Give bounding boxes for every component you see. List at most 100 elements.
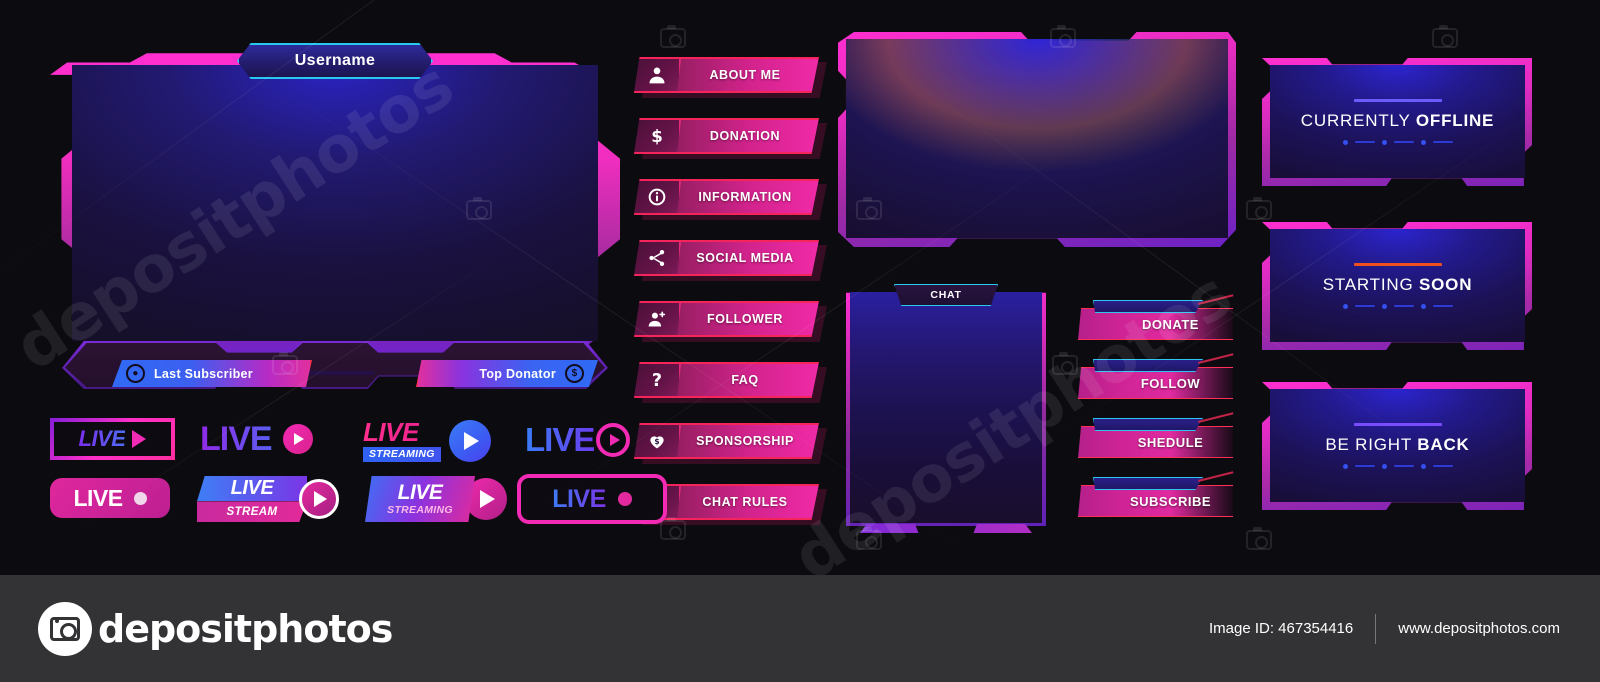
dash [1354, 141, 1375, 143]
last-subscriber-pill[interactable]: ● Last Subscriber [112, 360, 312, 387]
live-badge-text-stack: LIVE STREAMING [363, 419, 441, 462]
status-title: STARTING SOON [1323, 275, 1473, 295]
status-accent-rule [1353, 98, 1442, 102]
play-circle-icon [448, 420, 491, 462]
live-badge-streaming-blue-play[interactable]: LIVE STREAMING [363, 416, 518, 466]
button-body: INFORMATION [634, 179, 819, 215]
status-accent-rule [1353, 262, 1442, 266]
dot [1420, 463, 1426, 469]
camera-logo-icon [38, 601, 92, 656]
action-button-follow[interactable]: FOLLOW [1078, 353, 1234, 399]
live-badge-ring-play[interactable]: LIVE [525, 416, 670, 464]
menu-item-label: INFORMATION [698, 190, 792, 204]
status-title-bold: OFFLINE [1415, 110, 1495, 130]
dot [1381, 303, 1387, 309]
menu-item-label: FOLLOWER [707, 312, 783, 326]
stream-screen-display [846, 39, 1228, 238]
action-button-subscribe[interactable]: SUBSCRIBE [1078, 471, 1234, 517]
live-badge-subtext: STREAM [226, 505, 278, 518]
status-title-light: CURRENTLY [1300, 110, 1411, 130]
menu-item-donation[interactable]: $ DONATION [634, 118, 827, 159]
live-badge-text: LIVE [552, 484, 606, 513]
svg-text:$: $ [651, 127, 663, 146]
button-accent-bar [1093, 477, 1203, 490]
depositphotos-logo: depositphotos [38, 601, 393, 656]
menu-item-label: ABOUT ME [709, 68, 781, 82]
dot [1342, 139, 1348, 145]
menu-item-label: SOCIAL MEDIA [696, 251, 794, 265]
record-dot-icon [617, 492, 632, 506]
overlay-pack-canvas: depositphotos depositphotos Username ● L… [0, 0, 1600, 575]
person-icon [634, 59, 681, 91]
menu-item-information[interactable]: INFORMATION [634, 179, 827, 220]
live-badge-streaming-play[interactable]: LIVE STREAMING [365, 476, 517, 522]
live-badge-stream-ring-play[interactable]: LIVE STREAM [197, 476, 352, 522]
button-accent-tail [1198, 471, 1234, 482]
stream-screen-overlay [838, 32, 1236, 247]
menu-item-faq[interactable]: ? FAQ [634, 362, 827, 403]
menu-item-about-me[interactable]: ABOUT ME [634, 57, 827, 98]
menu-item-social-media[interactable]: SOCIAL MEDIA [634, 240, 827, 281]
dash [1354, 465, 1375, 467]
action-button-schedule[interactable]: SHEDULE [1078, 412, 1234, 458]
status-screen-display: BE RIGHT BACK [1270, 389, 1525, 502]
menu-item-label: SPONSORSHIP [696, 434, 794, 448]
watermark-camera-icon [660, 25, 686, 48]
status-dots [1342, 139, 1453, 145]
status-title-light: STARTING [1322, 274, 1414, 294]
top-donator-pill[interactable]: Top Donator $ [416, 360, 598, 387]
dash [1354, 305, 1375, 307]
brand-name: depositphotos [98, 606, 393, 651]
dollar-icon: $ [565, 364, 584, 383]
image-id-label: Image ID: 467354416 [1208, 620, 1354, 637]
status-title-light: BE RIGHT [1325, 434, 1412, 454]
dot [1342, 463, 1348, 469]
status-screen-display: STARTING SOON [1270, 229, 1525, 342]
status-title-bold: BACK [1417, 434, 1470, 454]
status-screen-display: CURRENTLY OFFLINE [1270, 65, 1525, 178]
status-dots [1342, 463, 1453, 469]
dash [1432, 465, 1453, 467]
status-title: CURRENTLY OFFLINE [1301, 111, 1494, 131]
action-button-label: FOLLOW [1140, 375, 1201, 391]
watermark-camera-icon [1246, 197, 1272, 220]
button-accent-bar [1093, 418, 1203, 431]
button-accent-bar [1093, 359, 1203, 372]
status-title-bold: SOON [1419, 274, 1473, 294]
live-badge-collection: LIVE LIVE LIVE STREAMING LIVE LIVE LIVE … [45, 410, 667, 535]
status-accent-rule [1353, 422, 1442, 426]
dash [1393, 141, 1414, 143]
live-badge-subtext: STREAMING [363, 446, 441, 462]
live-badge-outline-dot[interactable]: LIVE [517, 474, 667, 524]
action-button-donate[interactable]: DONATE [1078, 294, 1234, 340]
live-badge-text: LIVE [200, 419, 273, 458]
live-badge-text: LIVE [73, 484, 123, 511]
play-circle-icon [282, 424, 313, 454]
live-badge-text: LIVE [525, 421, 595, 458]
live-badge-bottom-panel: STREAM [197, 501, 307, 522]
button-accent-tail [1198, 294, 1234, 305]
live-badge-circle-play[interactable]: LIVE [200, 415, 360, 463]
footer-meta: Image ID: 467354416 www.depositphotos.co… [1208, 613, 1560, 644]
menu-item-follower[interactable]: FOLLOWER [634, 301, 827, 342]
live-badge-outline-triangle[interactable]: LIVE [50, 418, 175, 460]
live-badge-subtext: STREAMING [387, 504, 453, 516]
action-button-column: DONATE FOLLOW SHEDULE SUBSCRIBE [1078, 294, 1234, 536]
question-mark-icon: ? [634, 364, 681, 396]
live-badge-text: LIVE [78, 426, 126, 451]
menu-button-column: ABOUT ME $ DONATION INFORMATION SOCIAL M… [634, 57, 827, 545]
button-accent-bar [1093, 300, 1203, 313]
dollar-sign-icon: $ [634, 120, 681, 152]
action-button-label: DONATE [1142, 316, 1199, 332]
facecam-screen [72, 65, 598, 341]
footer-divider [1375, 613, 1377, 644]
live-badge-solid-dot[interactable]: LIVE [50, 478, 170, 518]
status-screen-be-right-back: BE RIGHT BACK [1262, 382, 1532, 510]
watermark-camera-icon [1246, 527, 1272, 550]
watermark-camera-icon [1052, 352, 1078, 375]
play-triangle-icon [132, 430, 147, 448]
watermark-camera-icon [1432, 25, 1458, 48]
facecam-overlay: Username ● Last Subscriber Top Donator $ [40, 25, 630, 389]
menu-item-label: CHAT RULES [702, 495, 788, 509]
website-label[interactable]: www.depositphotos.com [1398, 620, 1560, 637]
